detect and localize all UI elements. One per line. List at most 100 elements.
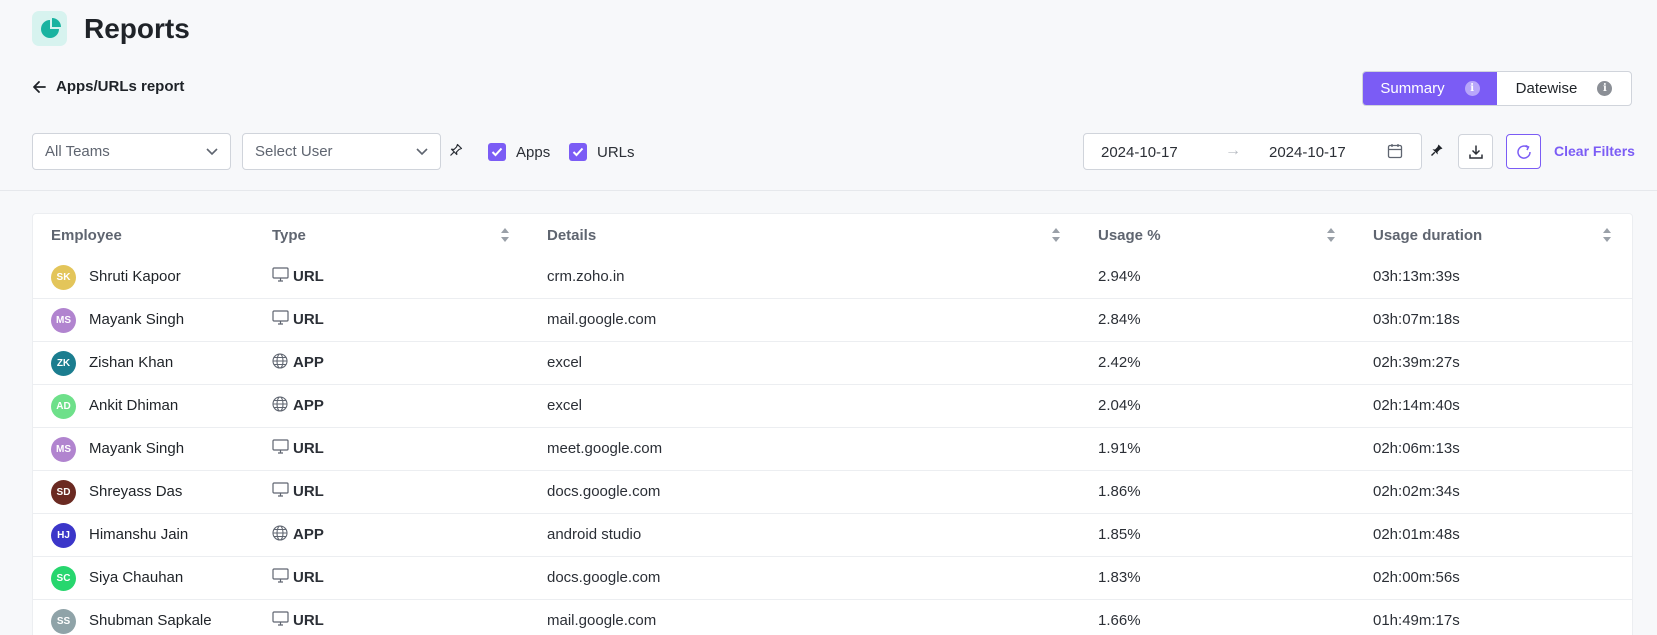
checkmark-icon <box>569 143 587 161</box>
avatar: ZK <box>51 351 76 376</box>
usage-duration: 03h:13m:39s <box>1373 268 1460 285</box>
employee-name: Zishan Khan <box>89 354 174 371</box>
usage-percent: 1.83% <box>1098 569 1141 586</box>
back-link[interactable]: Apps/URLs report <box>32 78 184 95</box>
arrow-left-icon <box>33 80 46 93</box>
usage-duration: 02h:14m:40s <box>1373 397 1460 414</box>
employee-name: Shruti Kapoor <box>89 268 181 285</box>
column-header-usage[interactable]: Usage % <box>1098 227 1161 244</box>
clear-filters-link[interactable]: Clear Filters <box>1554 143 1635 159</box>
details-value: excel <box>547 354 583 371</box>
usage-duration: 03h:07m:18s <box>1373 311 1460 328</box>
details-value: crm.zoho.in <box>547 268 625 285</box>
view-toggle: Summary i Datewise i <box>1362 71 1632 106</box>
details-value: android studio <box>547 526 642 543</box>
datewise-tab[interactable]: Datewise i <box>1497 72 1631 105</box>
employee-name: Shubman Sapkale <box>89 612 212 629</box>
type-label: APP <box>293 397 324 414</box>
apps-checkbox[interactable]: Apps <box>488 143 550 161</box>
globe-icon <box>272 525 288 546</box>
download-icon <box>1468 145 1483 159</box>
sort-icon[interactable] <box>1326 227 1336 243</box>
date-range-picker[interactable]: 2024-10-17 → 2024-10-17 <box>1083 133 1422 170</box>
details-value: docs.google.com <box>547 483 661 500</box>
type-label: URL <box>293 483 324 500</box>
column-header-type[interactable]: Type <box>272 227 306 244</box>
refresh-icon <box>1516 144 1531 159</box>
sort-icon[interactable] <box>500 227 510 243</box>
type-label: URL <box>293 268 324 285</box>
table-row[interactable]: MS Mayank Singh URL meet.google.com 1.91% 02h… <box>33 428 1632 471</box>
monitor-icon <box>272 439 289 459</box>
urls-checkbox[interactable]: URLs <box>569 143 635 161</box>
employee-name: Mayank Singh <box>89 440 185 457</box>
table-row[interactable]: ZK Zishan Khan APP excel 2.42% 02h:39m:27s <box>33 342 1632 385</box>
table-row[interactable]: SS Shubman Sapkale URL mail.google.com 1.66%… <box>33 600 1632 635</box>
user-select[interactable]: Select User <box>242 133 441 170</box>
refresh-button[interactable] <box>1506 134 1541 169</box>
avatar: MS <box>51 437 76 462</box>
sort-icon[interactable] <box>1602 227 1612 243</box>
usage-duration: 02h:02m:34s <box>1373 483 1460 500</box>
teams-select-value: All Teams <box>45 143 110 160</box>
usage-percent: 1.91% <box>1098 440 1141 457</box>
end-date[interactable]: 2024-10-17 <box>1269 144 1346 161</box>
pin-filled-icon[interactable] <box>1430 143 1444 157</box>
report-table: Employee Type Details Usage % Usage dura… <box>32 213 1633 635</box>
avatar: SK <box>51 265 76 290</box>
summary-label: Summary <box>1380 80 1445 97</box>
teams-select[interactable]: All Teams <box>32 133 231 170</box>
globe-icon <box>272 353 288 374</box>
column-header-employee: Employee <box>51 227 122 244</box>
checkmark-icon <box>488 143 506 161</box>
usage-percent: 2.04% <box>1098 397 1141 414</box>
type-label: URL <box>293 311 324 328</box>
pin-icon[interactable] <box>449 143 463 157</box>
avatar: SC <box>51 566 76 591</box>
download-button[interactable] <box>1458 134 1493 169</box>
column-header-duration[interactable]: Usage duration <box>1373 227 1482 244</box>
reports-logo-icon <box>32 11 67 46</box>
table-row[interactable]: AD Ankit Dhiman APP excel 2.04% 02h:14m:40s <box>33 385 1632 428</box>
chevron-down-icon <box>416 147 428 155</box>
details-value: mail.google.com <box>547 311 657 328</box>
usage-percent: 2.42% <box>1098 354 1141 371</box>
monitor-icon <box>272 310 289 330</box>
usage-percent: 1.66% <box>1098 612 1141 629</box>
globe-icon <box>272 396 288 417</box>
avatar: AD <box>51 394 76 419</box>
usage-duration: 02h:06m:13s <box>1373 440 1460 457</box>
table-row[interactable]: SK Shruti Kapoor URL crm.zoho.in 2.94% 03h:13… <box>33 256 1632 299</box>
table-header: Employee Type Details Usage % Usage dura… <box>33 214 1632 256</box>
user-select-placeholder: Select User <box>255 143 333 160</box>
usage-duration: 01h:49m:17s <box>1373 612 1460 629</box>
employee-name: Shreyass Das <box>89 483 183 500</box>
summary-tab[interactable]: Summary i <box>1363 72 1497 105</box>
column-header-details[interactable]: Details <box>547 227 596 244</box>
avatar: MS <box>51 308 76 333</box>
sort-icon[interactable] <box>1051 227 1061 243</box>
report-name: Apps/URLs report <box>56 78 185 95</box>
usage-duration: 02h:00m:56s <box>1373 569 1460 586</box>
avatar: SD <box>51 480 76 505</box>
details-value: excel <box>547 397 583 414</box>
employee-name: Himanshu Jain <box>89 526 189 543</box>
type-label: URL <box>293 612 324 629</box>
start-date[interactable]: 2024-10-17 <box>1101 144 1178 161</box>
table-row[interactable]: HJ Himanshu Jain APP android studio 1.85% 02h… <box>33 514 1632 557</box>
table-row[interactable]: MS Mayank Singh URL mail.google.com 2.84% 03h… <box>33 299 1632 342</box>
datewise-label: Datewise <box>1515 80 1578 97</box>
employee-name: Ankit Dhiman <box>89 397 179 414</box>
monitor-icon <box>272 267 289 287</box>
usage-percent: 1.86% <box>1098 483 1141 500</box>
info-icon[interactable]: i <box>1464 81 1480 96</box>
usage-duration: 02h:01m:48s <box>1373 526 1460 543</box>
info-icon[interactable]: i <box>1597 81 1613 96</box>
page-title: Reports <box>84 13 190 44</box>
apps-label: Apps <box>516 143 551 161</box>
table-row[interactable]: SC Siya Chauhan URL docs.google.com 1.83% 02h… <box>33 557 1632 600</box>
table-row[interactable]: SD Shreyass Das URL docs.google.com 1.86% 02h… <box>33 471 1632 514</box>
arrow-right-icon: → <box>1225 142 1241 159</box>
details-value: docs.google.com <box>547 569 661 586</box>
details-value: mail.google.com <box>547 612 657 629</box>
